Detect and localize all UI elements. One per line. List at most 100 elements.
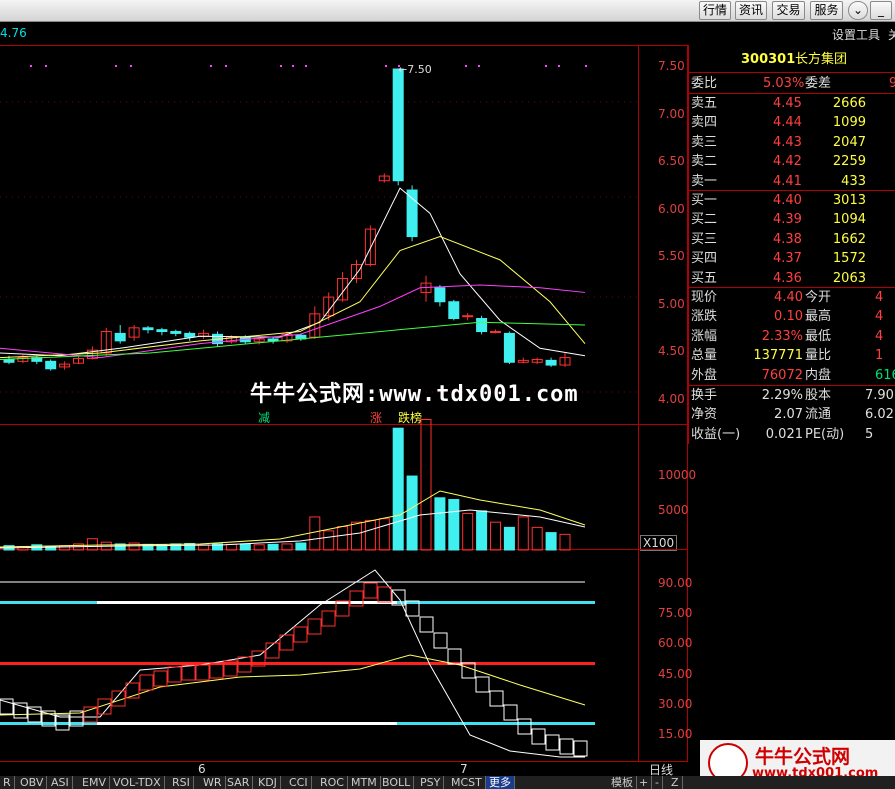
market-button[interactable]: 行情 <box>699 1 731 20</box>
weicha-label: 委差 <box>805 76 832 91</box>
indicator-box <box>363 582 378 599</box>
bottom-control[interactable]: - <box>652 776 663 789</box>
band-low-mid <box>97 722 397 725</box>
indicator-tab[interactable]: PSY <box>417 776 445 789</box>
stat-value: 137771 <box>753 348 803 364</box>
indicator-tab[interactable]: SAR <box>224 776 254 789</box>
signal-dot <box>292 65 294 67</box>
indicator-tab[interactable]: EMV <box>79 776 110 789</box>
candle-body <box>476 318 488 333</box>
indicator-box <box>475 676 490 693</box>
band-low-right <box>397 722 595 725</box>
band-high-right <box>397 601 595 604</box>
indicator-box <box>167 666 182 683</box>
indicator-tab[interactable]: ROC <box>317 776 348 789</box>
indicator-tab[interactable]: MCST <box>448 776 486 789</box>
buy-row: 买四 4.37 1572 <box>689 249 895 268</box>
chart-canvas[interactable]: ←7.50 <box>0 45 638 785</box>
quote-header: 300301 长方集团 <box>689 50 895 69</box>
left-value: 4.76 <box>0 26 27 40</box>
indicator-box <box>153 670 168 687</box>
bottom-control[interactable]: Z <box>668 776 683 789</box>
buy-row: 买一 4.40 3013 <box>689 191 895 210</box>
weibi-value: 5.03% <box>763 76 805 91</box>
buy-row: 买五 4.36 2063 <box>689 269 895 288</box>
signal-dot <box>545 65 547 67</box>
weicha-value: 9 <box>889 76 895 91</box>
bottom-control[interactable]: 模板 <box>608 776 637 789</box>
signal-dot <box>465 65 467 67</box>
settings-tools-link[interactable]: 设置工具 <box>832 26 880 43</box>
stat2-value-2: 5 <box>865 426 874 442</box>
close-link[interactable]: 关 <box>888 26 895 43</box>
indicator-tab[interactable]: R <box>0 776 15 789</box>
indicator-tab[interactable]: BOLL <box>379 776 415 789</box>
sell-volume: 2666 <box>832 96 866 111</box>
window-chevron-button[interactable]: ⌄ <box>848 1 868 20</box>
indicator-tab[interactable]: VOL-TDX <box>110 776 165 789</box>
buy-row: 买二 4.39 1094 <box>689 210 895 229</box>
stat-label: 涨幅 <box>691 328 718 344</box>
indicator-box <box>377 586 392 603</box>
volume-bar <box>545 532 557 551</box>
window-minimize-button[interactable]: _ <box>870 1 892 20</box>
volume-bar <box>559 533 571 551</box>
volume-bar <box>170 543 182 551</box>
stat2-value-2: 7.90 <box>865 388 894 403</box>
bottom-control[interactable]: + <box>636 776 653 789</box>
stat2-row: 净资 2.07 流通 6.02 <box>689 405 895 424</box>
indicator-box <box>307 618 322 635</box>
indicator-tick: 90.00 <box>658 576 693 590</box>
x-label-7: 7 <box>460 762 468 776</box>
indicator-box <box>461 662 476 679</box>
signal-dot <box>585 65 587 67</box>
indicator-tab[interactable]: OBV <box>17 776 48 789</box>
stat2-value-2: 6.02 <box>865 407 894 423</box>
buy-volume: 3013 <box>832 193 866 208</box>
buy-label: 买二 <box>691 212 718 228</box>
stock-code: 300301 <box>741 52 796 67</box>
price-tick: 4.50 <box>658 344 685 358</box>
indicator-box <box>195 664 210 681</box>
trade-button[interactable]: 交易 <box>772 1 805 20</box>
indicator-tab[interactable]: WR <box>200 776 226 789</box>
peak-price-label: ←7.50 <box>398 63 432 76</box>
service-button[interactable]: 服务 <box>810 1 843 20</box>
stat2-label: 收益(一) <box>691 426 741 442</box>
price-tick: 6.00 <box>658 201 685 216</box>
news-button[interactable]: 资讯 <box>735 1 767 20</box>
stat2-value: 0.021 <box>765 426 803 442</box>
stat-label-2: 量比 <box>805 348 832 364</box>
volume-tick: 10000 <box>658 468 697 482</box>
buy-label: 买一 <box>691 193 718 208</box>
indicator-tab[interactable]: RSI <box>169 776 194 789</box>
indicator-box <box>573 740 588 757</box>
indicator-box <box>531 728 546 745</box>
candle-body <box>503 332 515 363</box>
indicator-tab[interactable]: KDJ <box>255 776 281 789</box>
stat-value-2: 4 <box>875 309 884 325</box>
buy-price: 4.40 <box>773 193 802 208</box>
price-tick: 7.00 <box>658 106 685 121</box>
sell-label: 卖一 <box>691 173 718 189</box>
stat-row: 总量 137771 量比 1 <box>689 346 895 365</box>
indicator-tick: 15.00 <box>658 727 693 741</box>
signal-dot <box>398 65 400 67</box>
buy-volume: 1094 <box>832 212 866 228</box>
indicator-tab[interactable]: 更多 <box>486 776 515 789</box>
volume-tick: 5000 <box>658 503 689 517</box>
sell-row: 卖三 4.43 2047 <box>689 133 895 152</box>
sell-label: 卖四 <box>691 115 718 131</box>
ma5-line <box>0 187 586 357</box>
stat-label-2: 今开 <box>805 290 832 305</box>
volume-bar <box>490 521 501 551</box>
indicator-tab[interactable]: CCI <box>286 776 312 789</box>
volume-bar <box>420 419 432 551</box>
volume-bar <box>323 530 335 551</box>
candle-body <box>545 359 557 366</box>
indicator-tab[interactable]: ASI <box>48 776 73 789</box>
price-tick: 5.50 <box>658 249 685 263</box>
indicator-tab[interactable]: MTM <box>348 776 381 789</box>
stat-value: 4.40 <box>774 290 803 305</box>
marker-jian: 减 <box>258 411 271 425</box>
